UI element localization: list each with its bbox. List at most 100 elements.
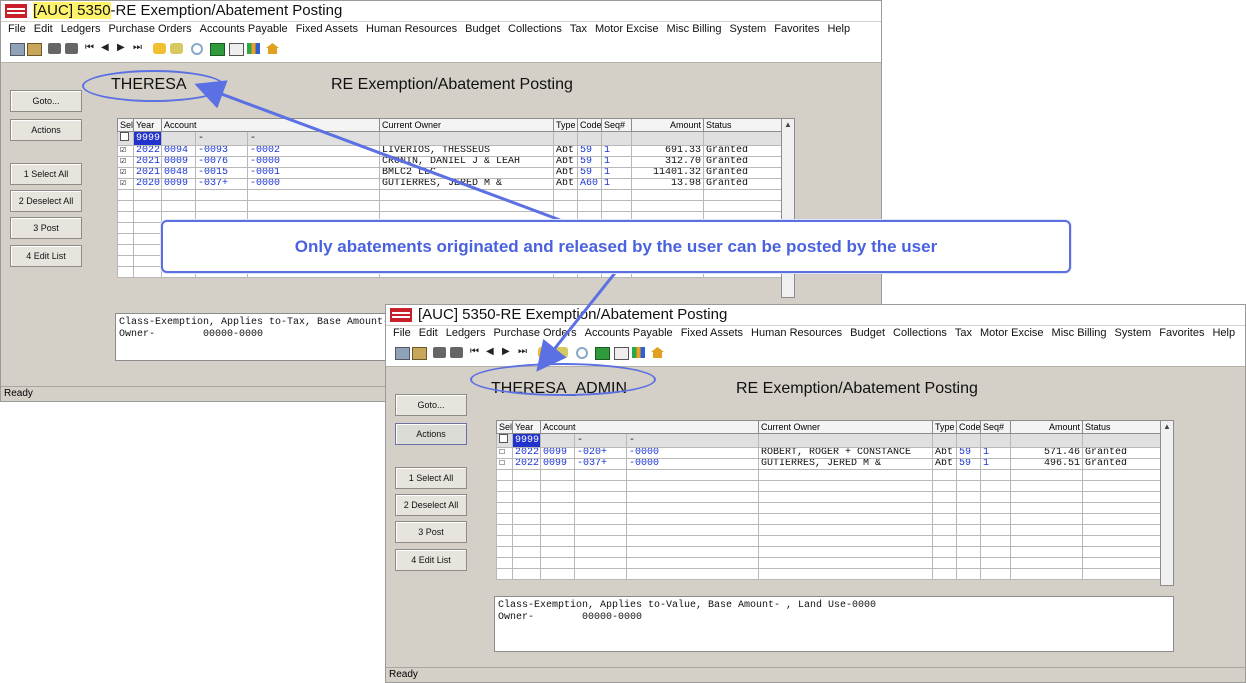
print-preview-icon[interactable] [450,347,463,358]
col-year[interactable]: Year [512,420,541,434]
grid-icon[interactable] [614,347,629,360]
row-checkbox[interactable]: ☑ [117,145,134,157]
previous-record-icon[interactable]: ◀ [101,42,109,53]
menu-misc-billing[interactable]: Misc Billing [663,22,726,35]
vertical-scrollbar[interactable]: ▲ [1160,420,1174,586]
table-row[interactable]: ☑ 2020 0099 -037+ -0000 GUTIERRES, JERED M & A… [117,178,783,190]
menu-fixed-assets[interactable]: Fixed Assets [677,326,747,339]
menu-human-resources[interactable]: Human Resources [747,326,846,339]
menu-edit[interactable]: Edit [415,326,442,339]
post-button[interactable]: 3 Post [395,521,467,543]
last-record-icon[interactable]: ⏭ [518,346,527,357]
next-record-icon[interactable]: ▶ [117,42,125,53]
filter-owner[interactable] [758,433,934,448]
menu-accounts-payable[interactable]: Accounts Payable [196,22,292,35]
menu-ledgers[interactable]: Ledgers [57,22,105,35]
hand-alt-icon[interactable] [170,43,183,54]
menu-edit[interactable]: Edit [30,22,57,35]
print-icon[interactable] [433,347,446,358]
paste-icon[interactable] [27,43,42,56]
goto-button[interactable]: Goto... [10,90,82,112]
row-checkbox[interactable]: ☐ [496,458,513,470]
filter-sel-checkbox[interactable] [496,433,513,448]
scroll-up-icon[interactable]: ▲ [1161,421,1173,433]
copy-icon[interactable] [395,347,410,360]
col-amount[interactable]: Amount [1010,420,1084,434]
deselect-all-button[interactable]: 2 Deselect All [395,494,467,516]
table-row[interactable]: ☑ 2021 0048 -0015 -0001 BMLC2 LLC Abt 59 1 11401.… [117,167,783,179]
row-checkbox[interactable]: ☑ [117,167,134,179]
filter-sel-checkbox[interactable] [117,131,134,146]
col-code[interactable]: Code [577,118,603,132]
print-preview-icon[interactable] [65,43,78,54]
previous-record-icon[interactable]: ◀ [486,346,494,357]
menu-file[interactable]: File [386,326,415,339]
first-record-icon[interactable]: ⏮ [470,346,479,357]
search-icon[interactable] [576,347,588,359]
post-button[interactable]: 3 Post [10,217,82,239]
col-type[interactable]: Type [553,118,579,132]
col-account[interactable]: Account [160,118,381,132]
filter-account-1[interactable] [540,433,575,448]
menu-purchase-orders[interactable]: Purchase Orders [489,326,580,339]
col-amount[interactable]: Amount [631,118,705,132]
grid-icon[interactable] [229,43,244,56]
menu-favorites[interactable]: Favorites [1155,326,1208,339]
excel-export-icon[interactable] [210,43,225,56]
menu-motor-excise[interactable]: Motor Excise [591,22,663,35]
col-status[interactable]: Status [1082,420,1162,434]
deselect-all-button[interactable]: 2 Deselect All [10,190,82,212]
menu-favorites[interactable]: Favorites [770,22,823,35]
menu-collections[interactable]: Collections [504,22,566,35]
menu-budget[interactable]: Budget [461,22,504,35]
menu-tax[interactable]: Tax [566,22,591,35]
filter-account-2[interactable]: - [195,131,248,146]
paste-icon[interactable] [412,347,427,360]
table-row[interactable]: ☑ 2022 0094 -0093 -0002 LIVERIOS, THESSEUS Abt… [117,145,783,157]
filter-account-1[interactable] [161,131,196,146]
col-current-owner[interactable]: Current Owner [379,118,555,132]
menu-fixed-assets[interactable]: Fixed Assets [292,22,362,35]
col-status[interactable]: Status [703,118,783,132]
col-year[interactable]: Year [133,118,162,132]
menu-accounts-payable[interactable]: Accounts Payable [581,326,677,339]
menu-collections[interactable]: Collections [889,326,951,339]
table-row[interactable]: ☑ 2021 0009 -0076 -0000 CRONIN, DANIEL J & LE… [117,156,783,168]
scroll-up-icon[interactable]: ▲ [782,119,794,131]
filter-owner[interactable] [379,131,555,146]
row-checkbox[interactable]: ☑ [117,156,134,168]
menu-purchase-orders[interactable]: Purchase Orders [104,22,195,35]
menu-tax[interactable]: Tax [951,326,976,339]
next-record-icon[interactable]: ▶ [502,346,510,357]
filter-year-input[interactable]: 9999 [133,131,162,146]
menu-budget[interactable]: Budget [846,326,889,339]
select-all-button[interactable]: 1 Select All [395,467,467,489]
menu-system[interactable]: System [726,22,771,35]
select-all-button[interactable]: 1 Select All [10,163,82,185]
menu-motor-excise[interactable]: Motor Excise [976,326,1048,339]
menu-misc-billing[interactable]: Misc Billing [1048,326,1111,339]
row-checkbox[interactable]: ☐ [496,447,513,459]
color-icon[interactable] [247,43,260,54]
menu-help[interactable]: Help [823,22,854,35]
edit-list-button[interactable]: 4 Edit List [10,245,82,267]
print-icon[interactable] [48,43,61,54]
col-seq[interactable]: Seq# [980,420,1012,434]
filter-year-input[interactable]: 9999 [512,433,541,448]
copy-icon[interactable] [10,43,25,56]
filter-account-3[interactable]: - [246,131,381,146]
menu-file[interactable]: File [1,22,30,35]
row-checkbox[interactable]: ☑ [117,178,134,190]
home-icon[interactable] [651,347,664,358]
menu-system[interactable]: System [1111,326,1156,339]
hand-icon[interactable] [153,43,166,54]
actions-button[interactable]: Actions [10,119,82,141]
menu-human-resources[interactable]: Human Resources [362,22,461,35]
col-seq[interactable]: Seq# [601,118,633,132]
home-icon[interactable] [266,43,279,54]
filter-account-3[interactable]: - [625,433,760,448]
filter-account-2[interactable]: - [574,433,627,448]
col-code[interactable]: Code [956,420,982,434]
col-sel[interactable]: Sel [496,420,513,434]
first-record-icon[interactable]: ⏮ [85,42,94,53]
